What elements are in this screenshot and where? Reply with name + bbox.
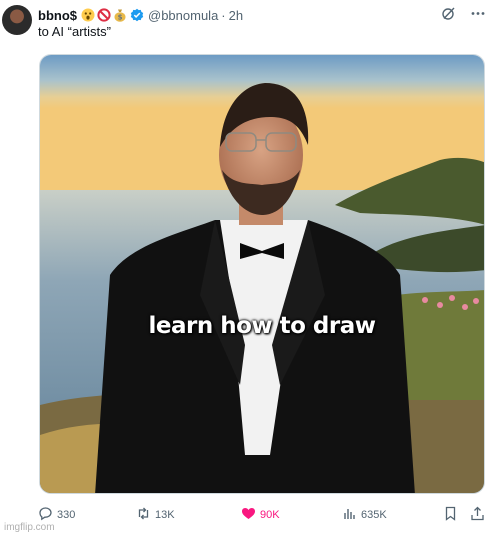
verified-badge-icon (130, 8, 144, 22)
reply-count: 330 (57, 509, 76, 521)
tweet-media[interactable]: learn how to draw (39, 54, 485, 494)
svg-text:$: $ (118, 14, 123, 22)
repost-button[interactable]: 13K (136, 506, 175, 524)
watermark: imgflip.com (4, 522, 55, 533)
header-actions (441, 6, 486, 24)
separator: · (221, 7, 226, 23)
photo (40, 55, 484, 493)
avatar[interactable] (2, 5, 32, 35)
name-emojis: $ (81, 8, 127, 22)
repost-icon (136, 506, 151, 524)
timestamp[interactable]: 2h (229, 8, 243, 23)
more-options-icon[interactable] (470, 6, 486, 24)
like-count: 90K (260, 509, 280, 521)
heart-icon (241, 506, 256, 524)
grok-icon[interactable] (441, 6, 456, 24)
view-count: 635K (361, 509, 387, 521)
share-icon (470, 506, 485, 524)
analytics-icon (342, 506, 357, 524)
money-bag-icon: $ (113, 8, 127, 22)
bookmark-icon (443, 506, 458, 524)
display-name[interactable]: bbno$ (38, 8, 77, 23)
prohibited-icon (97, 8, 111, 22)
tweet-header: bbno$ $ @bbnomula · 2h (38, 6, 486, 24)
like-button[interactable]: 90K (241, 506, 280, 524)
tweet-text: to AI “artists” (38, 24, 111, 39)
astonished-face-icon (81, 8, 95, 22)
share-button[interactable] (470, 506, 485, 524)
handle[interactable]: @bbnomula (148, 8, 218, 23)
tweet-actions: 330 13K 90K 635K (38, 506, 488, 524)
meme-caption: learn how to draw (148, 313, 376, 339)
bookmark-button[interactable] (443, 506, 458, 524)
repost-count: 13K (155, 509, 175, 521)
views-button[interactable]: 635K (342, 506, 387, 524)
